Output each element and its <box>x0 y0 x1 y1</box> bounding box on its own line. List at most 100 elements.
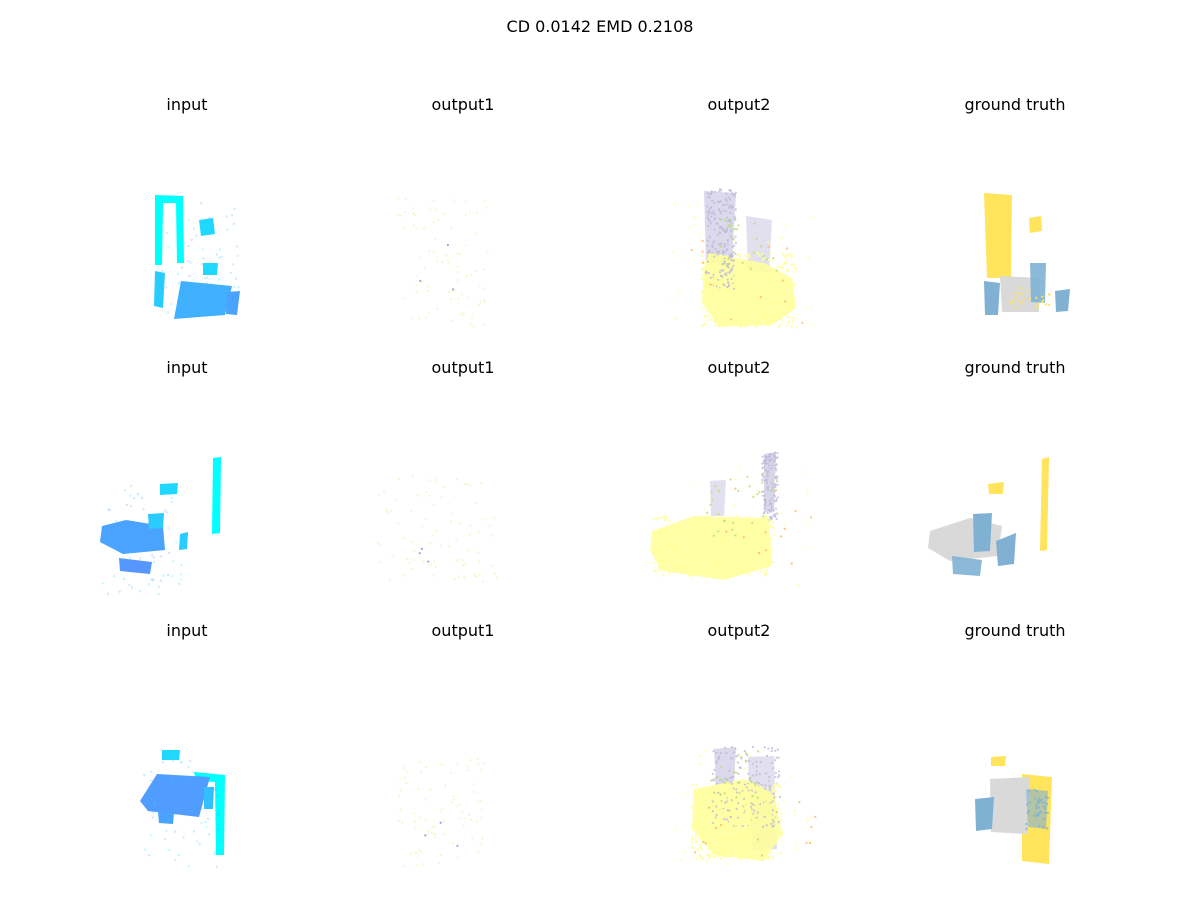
table-cluster <box>174 281 232 319</box>
point <box>434 833 437 836</box>
point <box>470 818 473 821</box>
point <box>152 579 155 582</box>
point <box>723 255 726 258</box>
point <box>388 578 391 581</box>
point <box>724 801 727 804</box>
point <box>788 281 792 284</box>
chair-cluster <box>1055 289 1070 312</box>
point <box>195 234 198 237</box>
point <box>429 542 432 545</box>
point <box>747 817 750 821</box>
point <box>749 820 752 824</box>
point <box>233 207 236 211</box>
point <box>731 564 734 567</box>
point <box>713 768 716 771</box>
point <box>394 499 397 502</box>
point <box>439 544 442 547</box>
point <box>750 814 753 818</box>
point <box>382 490 386 493</box>
point <box>730 799 733 802</box>
point <box>701 801 705 804</box>
point <box>729 190 733 193</box>
point <box>700 560 704 563</box>
point <box>703 749 706 752</box>
point <box>734 290 737 293</box>
point <box>715 550 718 553</box>
point <box>720 245 723 248</box>
point <box>774 828 777 831</box>
point <box>740 533 743 537</box>
point <box>718 200 721 204</box>
point <box>740 302 744 305</box>
point <box>776 456 779 459</box>
point <box>170 500 173 504</box>
point <box>435 530 438 533</box>
point <box>421 862 424 866</box>
point <box>686 565 689 568</box>
point <box>723 805 726 808</box>
point <box>486 206 489 209</box>
point <box>714 776 717 780</box>
point <box>658 560 661 563</box>
point <box>731 254 734 257</box>
point <box>448 290 451 293</box>
point <box>765 308 769 311</box>
lamp-cluster <box>991 756 1006 766</box>
point <box>751 762 754 765</box>
point <box>771 279 774 282</box>
point <box>752 496 755 499</box>
point <box>177 853 181 857</box>
point <box>757 750 760 753</box>
point <box>433 825 436 828</box>
point <box>743 550 746 553</box>
point <box>744 289 747 292</box>
point <box>708 533 711 536</box>
point <box>233 285 236 288</box>
point <box>472 783 475 786</box>
point <box>232 222 236 225</box>
point <box>714 530 718 533</box>
point <box>766 295 769 299</box>
point <box>724 198 727 201</box>
point <box>446 243 449 247</box>
point <box>711 810 714 813</box>
point <box>731 806 734 810</box>
point <box>179 578 183 581</box>
point <box>712 778 715 781</box>
point <box>486 251 489 254</box>
point <box>705 270 708 273</box>
point <box>698 754 701 758</box>
point <box>774 775 777 779</box>
point <box>749 296 753 299</box>
point <box>745 549 749 552</box>
point <box>208 833 211 836</box>
point <box>1033 789 1036 792</box>
point <box>179 761 183 764</box>
point <box>454 577 457 581</box>
point <box>771 561 775 564</box>
point <box>659 547 662 550</box>
point <box>406 557 409 561</box>
point <box>726 295 729 298</box>
point <box>743 749 746 753</box>
point <box>731 812 734 815</box>
point <box>771 825 774 828</box>
panel-2-3: ground truth <box>890 621 1140 879</box>
point <box>1036 304 1039 308</box>
point <box>790 263 794 267</box>
point <box>764 531 767 534</box>
point <box>765 799 768 802</box>
point <box>744 536 748 540</box>
point <box>772 257 775 260</box>
point <box>689 535 692 538</box>
point <box>764 572 768 575</box>
point <box>700 848 703 851</box>
point <box>744 557 747 560</box>
point <box>730 258 733 261</box>
point-cloud-plot <box>154 195 240 319</box>
point <box>761 258 764 261</box>
point <box>749 840 752 843</box>
point <box>745 803 748 806</box>
point <box>690 531 693 534</box>
point <box>769 794 772 797</box>
